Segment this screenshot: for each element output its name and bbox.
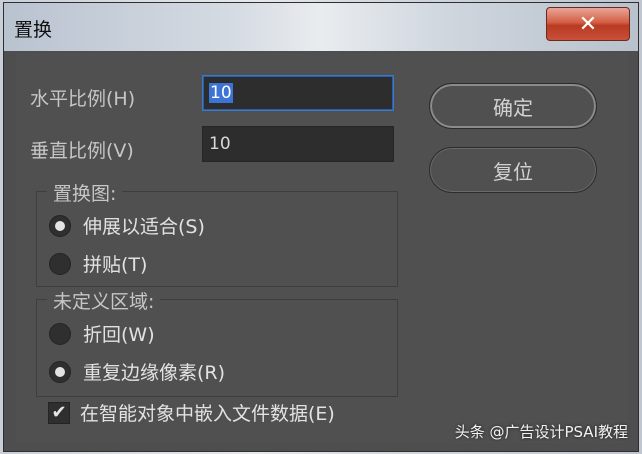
vertical-scale-label: 垂直比例(V) (30, 140, 134, 162)
radio-repeat-edge-pixels-label: 重复边缘像素(R) (83, 362, 226, 384)
reset-button-label: 复位 (493, 159, 533, 184)
reset-button[interactable]: 复位 (429, 147, 597, 193)
radio-stretch-to-fit[interactable]: 伸展以适合(S) (49, 212, 205, 239)
radio-selected-icon[interactable] (49, 214, 71, 237)
ok-button-label: 确定 (493, 95, 533, 120)
displacement-map-title: 置换图: (47, 179, 123, 206)
displacement-map-group: 置换图: 伸展以适合(S) 拼贴(T) (36, 179, 398, 287)
radio-unselected-icon[interactable] (49, 322, 71, 345)
checkmark-icon[interactable]: ✔ (48, 401, 70, 424)
radio-tile[interactable]: 拼贴(T) (49, 250, 147, 277)
dialog-title: 置换 (14, 19, 53, 41)
watermark-text: 头条 @广告设计PSAI教程 (454, 423, 628, 441)
embed-file-data-checkbox-row[interactable]: ✔ 在智能对象中嵌入文件数据(E) (48, 399, 335, 426)
vertical-scale-input[interactable]: 10 (202, 126, 394, 162)
radio-tile-label: 拼贴(T) (83, 254, 148, 276)
radio-wrap-around[interactable]: 折回(W) (49, 320, 155, 347)
dialog-body: 水平比例(H) 10 垂直比例(V) 10 确定 复位 置换图: 伸展以适合(S… (16, 53, 628, 443)
ok-button[interactable]: 确定 (429, 83, 597, 129)
radio-repeat-edge-pixels[interactable]: 重复边缘像素(R) (49, 358, 225, 385)
radio-unselected-icon[interactable] (49, 252, 71, 275)
radio-wrap-around-label: 折回(W) (83, 324, 155, 346)
close-button[interactable]: ✕ (546, 7, 630, 41)
radio-selected-icon[interactable] (49, 360, 71, 383)
horizontal-scale-input[interactable]: 10 (202, 75, 394, 111)
displace-dialog: 置换 ✕ 水平比例(H) 10 垂直比例(V) 10 确定 复位 置换图: 伸展… (3, 2, 639, 452)
undefined-areas-group: 未定义区域: 折回(W) 重复边缘像素(R) (36, 287, 398, 397)
undefined-areas-title: 未定义区域: (47, 287, 161, 314)
close-icon: ✕ (578, 11, 598, 37)
radio-stretch-to-fit-label: 伸展以适合(S) (83, 216, 205, 238)
embed-file-data-label: 在智能对象中嵌入文件数据(E) (80, 403, 335, 425)
vertical-scale-value: 10 (209, 134, 231, 154)
horizontal-scale-label: 水平比例(H) (30, 88, 136, 110)
horizontal-scale-value: 10 (209, 83, 233, 103)
title-bar[interactable]: 置换 ✕ (4, 3, 638, 51)
